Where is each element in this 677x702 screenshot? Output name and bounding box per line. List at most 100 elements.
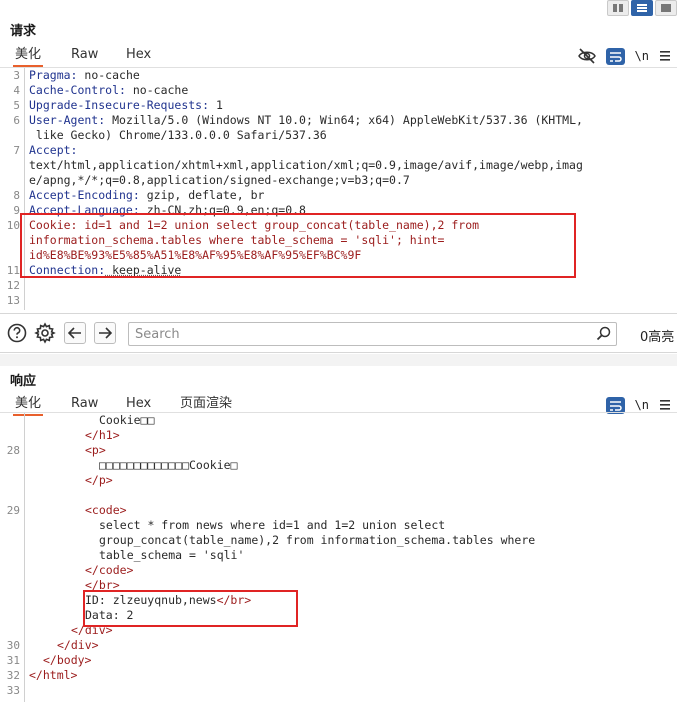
html-tag: </div> <box>57 638 99 652</box>
line-number: 8 <box>13 189 20 202</box>
wrap-lines-icon[interactable] <box>605 47 625 65</box>
request-line: 11 Connection: keep-alive <box>0 263 677 278</box>
match-count: 0高亮 <box>640 330 675 345</box>
request-line: 9 Accept-Language: zh-CN,zh;q=0.9,en;q=0.… <box>0 203 677 218</box>
html-text: □□□□□□□□□□□□□Cookie□ <box>99 458 238 472</box>
code-text: Connection: keep-alive <box>29 263 182 277</box>
response-line: □□□□□□□□□□□□□Cookie□ <box>0 458 677 473</box>
header-value: gzip, deflate, br <box>139 188 265 202</box>
search-input[interactable] <box>128 322 617 346</box>
line-number: 32 <box>6 669 20 682</box>
code-text: Pragma: no-cache <box>29 68 140 82</box>
request-line: text/html,application/xhtml+xml,applicat… <box>0 158 677 173</box>
header-value: id=1 and 1=2 union select group_concat(t… <box>77 218 480 232</box>
code-text: Cookie: id=1 and 1=2 union select group_… <box>29 218 480 232</box>
columns-icon <box>613 4 623 12</box>
html-tag: <p> <box>85 443 106 457</box>
code-text: </div> <box>29 638 99 653</box>
single-layout-button[interactable] <box>655 0 677 16</box>
header-value: zh-CN,zh;q=0.9,en;q=0.8 <box>139 203 306 217</box>
header-name: Accept-Language <box>29 203 133 217</box>
response-line: </p> <box>0 473 677 488</box>
code-text: group_concat(table_name),2 from informat… <box>29 533 535 548</box>
html-tag: </div> <box>71 623 113 637</box>
line-number: 7 <box>13 144 20 157</box>
header-value: id%E8%BE%93%E5%85%A51%E8%AF%95%E8%AF%95%… <box>29 248 362 262</box>
request-line: 7 Accept: <box>0 143 677 158</box>
layout-toggle-group <box>605 0 677 16</box>
code-text: Cookie□□ <box>29 413 154 428</box>
code-text: </html> <box>29 668 77 683</box>
response-line: Data: 2 <box>0 608 677 623</box>
header-name: Pragma <box>29 68 71 82</box>
response-line: 31 </body> <box>0 653 677 668</box>
request-line: 6 User-Agent: Mozilla/5.0 (Windows NT 10.… <box>0 113 677 128</box>
arrow-left-icon[interactable] <box>64 322 86 344</box>
hamburger-menu-icon[interactable] <box>659 50 671 62</box>
line-number: 33 <box>6 684 20 697</box>
response-line <box>0 488 677 503</box>
hamburger-menu-icon[interactable] <box>659 399 671 411</box>
line-number: 13 <box>6 294 20 307</box>
line-number: 29 <box>6 504 20 517</box>
request-line: e/apng,*/*;q=0.8,application/signed-exch… <box>0 173 677 188</box>
split-vertical-layout-button[interactable] <box>631 0 653 16</box>
code-text: Accept-Language: zh-CN,zh;q=0.9,en;q=0.8 <box>29 203 306 217</box>
newline-toggle[interactable]: \n <box>635 398 649 412</box>
header-name: Cache-Control <box>29 83 120 97</box>
tab-request-raw[interactable]: Raw <box>69 45 100 67</box>
line-number: 3 <box>13 69 20 82</box>
header-name: Connection <box>29 263 99 277</box>
arrow-right-icon[interactable] <box>94 322 116 344</box>
response-line: 29 <code> <box>0 503 677 518</box>
search-bar: 0高亮 <box>0 313 677 353</box>
header-value: 1 <box>209 98 223 112</box>
header-value: Mozilla/5.0 (Windows NT 10.0; Win64; x64… <box>105 113 583 127</box>
tab-request-pretty[interactable]: 美化 <box>13 45 44 67</box>
eye-slash-icon[interactable] <box>577 48 596 64</box>
code-text: </code> <box>29 563 133 578</box>
response-editor[interactable]: Cookie□□ </h1> 28 <p> □□□□□□□□□□□□□Cookie□ </… <box>0 412 677 702</box>
html-tag: </br> <box>216 593 252 607</box>
html-tag: </body> <box>43 653 92 667</box>
header-value: e/apng,*/*;q=0.8,application/signed-exch… <box>29 173 410 187</box>
html-text: select * from news where id=1 and 1=2 un… <box>99 518 446 532</box>
newline-toggle[interactable]: \n <box>635 49 649 63</box>
html-tag: </p> <box>85 473 113 487</box>
response-line: </br> <box>0 578 677 593</box>
request-editor[interactable]: 3 Pragma: no-cache 4 Cache-Control: no-cach… <box>0 67 677 310</box>
line-number: 4 <box>13 84 20 97</box>
request-toolbar: \n <box>568 45 671 67</box>
response-line: ID: zlzeuyqnub,news</br> <box>0 593 677 608</box>
line-number: 5 <box>13 99 20 112</box>
code-text: </h1> <box>29 428 120 443</box>
code-text: <p> <box>29 443 106 458</box>
code-text: text/html,application/xhtml+xml,applicat… <box>29 158 583 173</box>
question-circle-icon[interactable] <box>6 322 28 344</box>
response-line: 33 <box>0 683 677 698</box>
code-text: e/apng,*/*;q=0.8,application/signed-exch… <box>29 173 410 188</box>
request-line: 5 Upgrade-Insecure-Requests: 1 <box>0 98 677 113</box>
code-text: □□□□□□□□□□□□□Cookie□ <box>29 458 237 473</box>
line-number: 11 <box>6 264 20 277</box>
header-name: Upgrade-Insecure-Requests <box>29 98 203 112</box>
header-value: like Gecko) Chrome/133.0.0.0 Safari/537.… <box>29 128 327 142</box>
line-number: 28 <box>6 444 20 457</box>
code-text: </br> <box>29 578 120 593</box>
gear-icon[interactable] <box>34 322 56 344</box>
response-line: select * from news where id=1 and 1=2 un… <box>0 518 677 533</box>
tab-request-hex[interactable]: Hex <box>124 45 153 67</box>
search-icon[interactable] <box>596 326 611 345</box>
html-text: group_concat(table_name),2 from informat… <box>99 533 536 547</box>
line-number: 31 <box>6 654 20 667</box>
code-text: Upgrade-Insecure-Requests: 1 <box>29 98 223 112</box>
html-tag: </br> <box>85 578 120 592</box>
split-horizontal-layout-button[interactable] <box>607 0 629 16</box>
code-text: information_schema.tables where table_sc… <box>29 233 444 248</box>
panel-divider[interactable] <box>0 354 677 366</box>
line-number: 30 <box>6 639 20 652</box>
wrap-lines-icon[interactable] <box>605 396 625 414</box>
request-line: 12 <box>0 278 677 293</box>
response-line: table_schema = 'sqli' <box>0 548 677 563</box>
header-value: no-cache <box>77 68 140 82</box>
